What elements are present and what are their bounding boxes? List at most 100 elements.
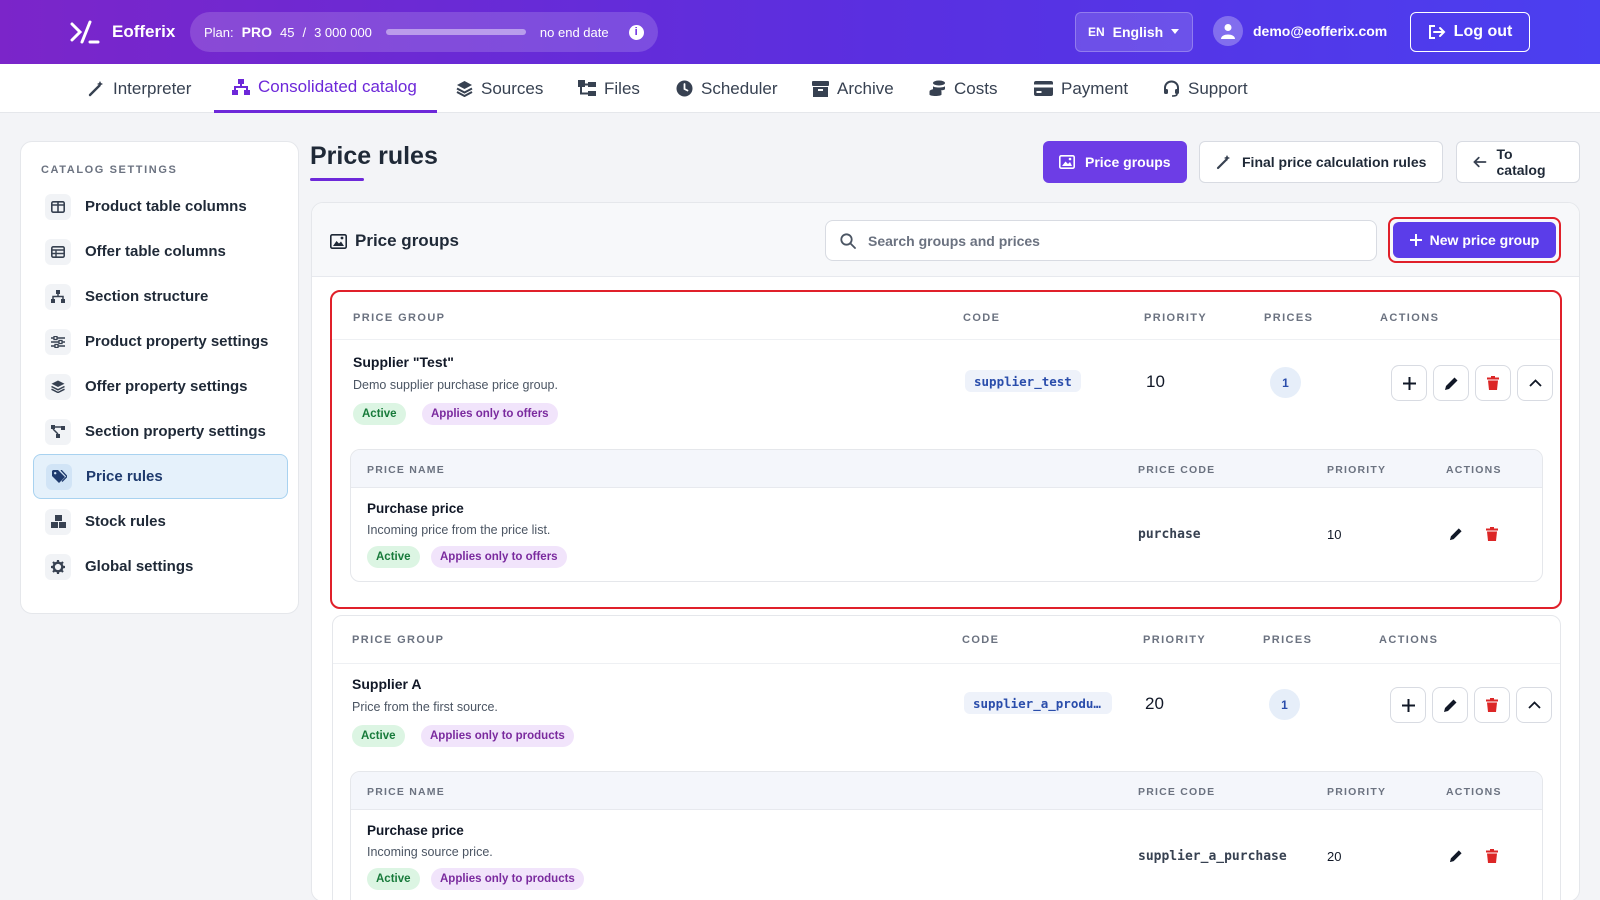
final-price-rules-button[interactable]: Final price calculation rules xyxy=(1199,141,1444,183)
sitemap-icon xyxy=(45,283,71,310)
nav-label: Files xyxy=(604,78,640,98)
header-price-priority: PRIORITY xyxy=(1327,786,1387,798)
sidebar-item-label: Section structure xyxy=(85,288,209,305)
nav-item-costs[interactable]: Costs xyxy=(929,64,997,113)
price-table-header: PRICE NAME PRICE CODE PRIORITY ACTIONS xyxy=(351,772,1542,810)
sidebar-item-label: Price rules xyxy=(86,468,163,485)
coins-icon xyxy=(929,80,945,96)
sidebar-item-label: Offer property settings xyxy=(85,378,248,395)
pencil-icon xyxy=(1449,850,1462,863)
sidebar-item-offer-table-columns[interactable]: Offer table columns xyxy=(33,229,288,274)
sidebar-item-product-table-columns[interactable]: Product table columns xyxy=(33,184,288,229)
logout-button[interactable]: Log out xyxy=(1410,12,1530,52)
header-price-name: PRICE NAME xyxy=(367,786,445,798)
nav-item-consolidated-catalog[interactable]: Consolidated catalog xyxy=(214,64,437,113)
delete-group-button[interactable] xyxy=(1475,365,1511,401)
price-list-table: PRICE NAME PRICE CODE PRIORITY ACTIONS P… xyxy=(350,771,1543,900)
plan-usage: Plan: PRO 45 / 3 000 000 no end date i xyxy=(190,12,658,52)
plan-used: 45 xyxy=(279,24,295,40)
sidebar-item-price-rules[interactable]: Price rules xyxy=(33,454,288,499)
nav-item-support[interactable]: Support xyxy=(1163,64,1248,113)
sidebar-item-label: Global settings xyxy=(85,558,194,575)
logout-label: Log out xyxy=(1453,23,1513,40)
sidebar-item-global-settings[interactable]: Global settings xyxy=(33,544,288,589)
panel-title-text: Price groups xyxy=(355,231,459,250)
trash-icon xyxy=(1487,376,1499,390)
plan-limit: 3 000 000 xyxy=(314,24,372,40)
sidebar-item-stock-rules[interactable]: Stock rules xyxy=(33,499,288,544)
sidebar-item-section-property-settings[interactable]: Section property settings xyxy=(33,409,288,454)
trash-icon xyxy=(1486,849,1498,863)
magic-wand-icon xyxy=(1216,155,1230,170)
nav-label: Sources xyxy=(481,78,544,98)
add-price-button[interactable] xyxy=(1390,687,1426,723)
tags-icon xyxy=(46,463,72,490)
nav-label: Scheduler xyxy=(701,78,778,98)
user-email: demo@eofferix.com xyxy=(1253,23,1388,39)
share-nodes-icon xyxy=(45,418,71,445)
sidebar-item-section-structure[interactable]: Section structure xyxy=(33,274,288,319)
edit-price-button[interactable] xyxy=(1446,524,1466,544)
delete-group-button[interactable] xyxy=(1474,687,1510,723)
nav-item-scheduler[interactable]: Scheduler xyxy=(676,64,778,113)
sidebar-item-product-property-settings[interactable]: Product property settings xyxy=(33,319,288,364)
group-code: supplier_a_produ… xyxy=(964,692,1112,714)
user-menu[interactable]: demo@eofferix.com xyxy=(1213,16,1387,46)
nav-item-archive[interactable]: Archive xyxy=(812,64,894,113)
app-name: Eofferix xyxy=(112,22,176,41)
new-price-group-label: New price group xyxy=(1429,232,1540,248)
sliders-icon xyxy=(45,328,71,355)
nav-item-interpreter[interactable]: Interpreter xyxy=(88,64,191,113)
price-description: Incoming source price. xyxy=(367,845,493,859)
price-description: Incoming price from the price list. xyxy=(367,523,551,537)
header-price-group: PRICE GROUP xyxy=(353,312,446,324)
nav-item-payment[interactable]: Payment xyxy=(1034,64,1128,113)
edit-group-button[interactable] xyxy=(1433,365,1469,401)
delete-price-button[interactable] xyxy=(1482,846,1502,866)
nav-item-files[interactable]: Files xyxy=(578,64,640,113)
price-list-table: PRICE NAME PRICE CODE PRIORITY ACTIONS P… xyxy=(350,449,1543,582)
app-logo[interactable]: Eofferix xyxy=(70,20,175,44)
new-price-group-button[interactable]: New price group xyxy=(1393,222,1556,258)
logo-icon xyxy=(70,20,100,44)
price-priority: 20 xyxy=(1327,849,1342,864)
gear-icon xyxy=(45,553,71,580)
price-groups-button[interactable]: Price groups xyxy=(1043,141,1187,183)
delete-price-button[interactable] xyxy=(1482,524,1502,544)
status-badge: Active xyxy=(367,546,420,568)
prices-count-badge: 1 xyxy=(1270,367,1301,398)
catalog-settings-sidebar: CATALOG SETTINGS Product table columns O… xyxy=(20,141,299,614)
collapse-group-button[interactable] xyxy=(1517,365,1553,401)
group-priority: 20 xyxy=(1145,694,1164,713)
group-name: Supplier A xyxy=(352,676,422,692)
scope-badge: Applies only to products xyxy=(431,868,584,890)
header-price-priority: PRIORITY xyxy=(1327,464,1387,476)
search-icon xyxy=(840,232,856,249)
group-description: Price from the first source. xyxy=(352,700,498,714)
price-name: Purchase price xyxy=(367,501,464,516)
header-priority: PRIORITY xyxy=(1144,312,1208,324)
page-title: Price rules xyxy=(310,142,438,170)
plus-icon xyxy=(1402,376,1416,390)
sidebar-item-offer-property-settings[interactable]: Offer property settings xyxy=(33,364,288,409)
top-bar: Eofferix Plan: PRO 45 / 3 000 000 no end… xyxy=(0,0,1600,64)
plan-end-text: no end date xyxy=(539,24,609,40)
add-price-button[interactable] xyxy=(1391,365,1427,401)
sitemap-icon xyxy=(232,78,250,95)
edit-price-button[interactable] xyxy=(1446,846,1466,866)
trash-icon xyxy=(1486,698,1498,712)
price-group-card: PRICE GROUP CODE PRIORITY PRICES ACTIONS… xyxy=(332,615,1561,900)
price-code: supplier_a_purchase xyxy=(1138,849,1287,864)
search-input[interactable] xyxy=(868,232,1348,249)
collapse-group-button[interactable] xyxy=(1516,687,1552,723)
language-selector[interactable]: EN English xyxy=(1075,12,1193,52)
nav-item-sources[interactable]: Sources xyxy=(456,64,543,113)
info-icon[interactable]: i xyxy=(628,24,644,40)
nav-label: Payment xyxy=(1061,78,1129,98)
edit-group-button[interactable] xyxy=(1432,687,1468,723)
group-code: supplier_test xyxy=(965,370,1081,392)
to-catalog-button[interactable]: To catalog xyxy=(1456,141,1580,183)
table-icon xyxy=(45,238,71,265)
search-box xyxy=(825,220,1377,261)
language-name: English xyxy=(1112,24,1164,40)
